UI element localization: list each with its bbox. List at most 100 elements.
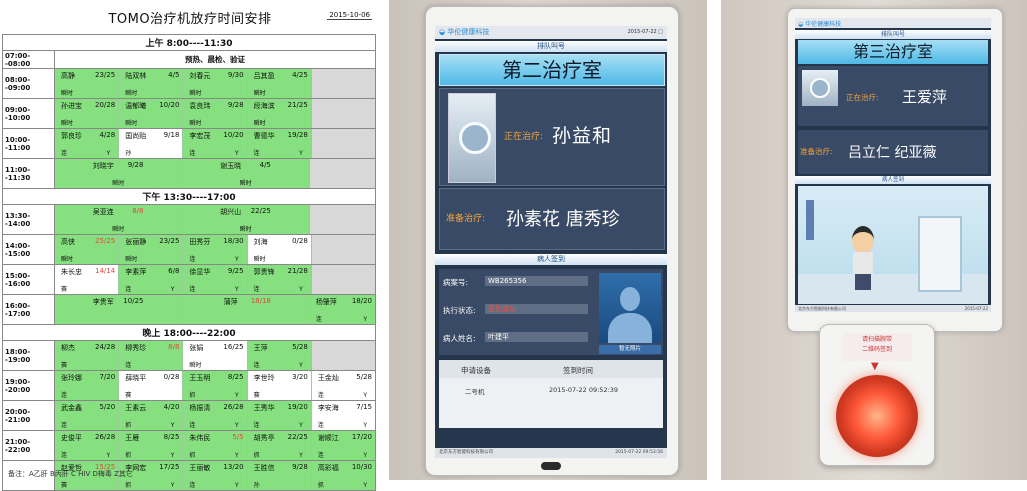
verify-flag: Y bbox=[106, 452, 111, 459]
fraction-count: 8/8 bbox=[168, 343, 180, 351]
patient-slot[interactable]: 徐显华 9/25 连 Y bbox=[183, 265, 248, 294]
patient-name: 杨振清 bbox=[189, 404, 211, 412]
verify-flag: Y bbox=[299, 452, 303, 459]
patient-slot[interactable]: 张玲娜 7/20 连 bbox=[55, 371, 120, 400]
patient-name: 谢顺江 bbox=[317, 434, 339, 442]
current-label: 正在治疗: bbox=[846, 93, 879, 102]
scanner-label: 请扫描腕带 二维码签到 bbox=[842, 333, 912, 361]
patient-slot[interactable]: 李世玲 3/20 赛 bbox=[247, 371, 312, 400]
fraction-count: 20/28 bbox=[95, 101, 116, 109]
patient-slot[interactable]: 高彩福 10/30 抓 Y bbox=[311, 461, 376, 490]
patient-slot[interactable]: 薛晓平 0/28 赛 bbox=[119, 371, 184, 400]
patient-slot[interactable]: 高静 23/25 瞬时 bbox=[55, 69, 120, 98]
schedule-row: 14:00--15:00 高侠 25/25 瞬时 张丽静 23/25 瞬时 田秀芬 18/30 连… bbox=[2, 235, 376, 265]
verify-flag: Y bbox=[234, 422, 239, 429]
wristband-scanner[interactable]: 请扫描腕带 二维码签到 ▼ bbox=[819, 324, 935, 466]
patient-name: 蒲萍 bbox=[223, 298, 238, 306]
patient-slot[interactable]: 王雁 8/25 抓 Y bbox=[119, 431, 184, 460]
patient-name: 王丽敏 bbox=[189, 464, 211, 472]
patient-slot[interactable]: 王丽敏 13/20 连 Y bbox=[183, 461, 248, 490]
patient-slot[interactable]: 刘春元 9/30 瞬时 bbox=[183, 69, 248, 98]
patient-slot[interactable]: 刘海 0/28 瞬时 bbox=[247, 235, 312, 264]
fraction-count: 7/15 bbox=[356, 403, 373, 411]
patient-slot[interactable]: 王萍 5/28 连 Y bbox=[247, 341, 312, 370]
room-name: 第二治疗室 bbox=[439, 54, 665, 86]
treatment-mode: 瞬时 bbox=[112, 226, 125, 233]
treatment-mode: 连 bbox=[125, 362, 132, 369]
patient-slot[interactable]: 曹德华 19/28 连 Y bbox=[247, 129, 312, 158]
footer-company: 北京东方智能科技有限公司 bbox=[439, 450, 493, 455]
patient-slot[interactable]: 张丽静 23/25 瞬时 bbox=[119, 235, 184, 264]
scanner-lens[interactable] bbox=[836, 375, 918, 457]
patient-slot[interactable]: 国尚贻 9/18 孙 bbox=[119, 129, 184, 158]
schedule-table: 上午 8:00----11:30 07:00--08:00 预热、晨检、验证 08:0… bbox=[2, 34, 376, 491]
patient-slot[interactable]: 李宏茂 10/20 连 Y bbox=[183, 129, 248, 158]
patient-slot[interactable]: 温郁曦 10/20 瞬时 bbox=[119, 99, 184, 128]
fraction-count: 16/25 bbox=[223, 343, 244, 351]
patient-slot[interactable]: 谢顺江 17/20 连 Y bbox=[311, 431, 376, 460]
patient-slot[interactable]: 郭良珍 4/28 连 Y bbox=[55, 129, 120, 158]
case-number-value: WB265356 bbox=[485, 276, 588, 286]
patient-slot[interactable]: 谢玉晓 4/5 瞬时 bbox=[182, 159, 310, 188]
patient-slot[interactable]: 柳秀珍 8/8 连 bbox=[119, 341, 184, 370]
patient-slot[interactable]: 蒲萍 18/18 bbox=[182, 295, 310, 324]
patient-slot[interactable]: 郭贵锋 21/28 连 Y bbox=[247, 265, 312, 294]
patient-slot[interactable]: 胡兴山 22/25 瞬时 bbox=[182, 205, 310, 234]
patient-slot[interactable]: 杨肇萍 18/20 连 Y bbox=[309, 295, 376, 324]
patient-slot[interactable]: 段海滨 21/25 瞬时 bbox=[247, 99, 312, 128]
treatment-mode: 连 bbox=[189, 150, 196, 157]
fraction-count: 4/5 bbox=[259, 161, 271, 169]
patient-slot[interactable]: 史俊平 26/28 连 Y bbox=[55, 431, 120, 460]
patient-slot[interactable]: 袁良玮 9/28 瞬时 bbox=[183, 99, 248, 128]
empty-slot bbox=[311, 341, 376, 370]
top-bar: ◒ 华伦健康科技 2015-07-22 □ bbox=[435, 26, 667, 39]
next-label: 准备治疗: bbox=[800, 147, 833, 156]
verify-flag: Y bbox=[170, 452, 175, 459]
patient-slot[interactable]: 张娟 16/25 瞬时 bbox=[183, 341, 248, 370]
schedule-date: 2015-10-06 bbox=[327, 11, 372, 20]
fraction-count: 4/25 bbox=[292, 71, 308, 79]
patient-slot[interactable]: 朱伟民 5/5 抓 Y bbox=[183, 431, 248, 460]
schedule-note: 备注：A乙肝 B丙肝 C HIV D梅毒 Z其它 bbox=[8, 470, 133, 478]
tomo-machine-image bbox=[448, 93, 496, 183]
patient-name-label: 病人姓名: bbox=[443, 334, 476, 343]
patient-slot[interactable]: 高侠 25/25 瞬时 bbox=[55, 235, 120, 264]
schedule-row: 13:30--14:00 吴亚连 8/8 瞬时 胡兴山 22/25 瞬时 bbox=[2, 205, 376, 235]
power-button[interactable] bbox=[541, 462, 561, 470]
fraction-count: 5/28 bbox=[356, 373, 373, 381]
empty-slot bbox=[311, 129, 376, 158]
patient-slot[interactable]: 王玉明 8/25 抓 Y bbox=[183, 371, 248, 400]
cartoon-patient-scene bbox=[798, 186, 988, 304]
empty-slot bbox=[311, 235, 376, 264]
patient-slot[interactable]: 柳杰 24/28 赛 bbox=[55, 341, 120, 370]
patient-slot[interactable]: 陆双林 4/5 瞬时 bbox=[119, 69, 184, 98]
treatment-mode: 瞬时 bbox=[189, 120, 202, 127]
patient-name: 王金灿 bbox=[317, 374, 339, 382]
fraction-count: 17/20 bbox=[351, 433, 373, 441]
brand-logo: ◒ 华伦健康科技 bbox=[439, 28, 490, 36]
footer-company: 北京东方智能科技有限公司 bbox=[798, 306, 846, 311]
cartoon-boy-icon bbox=[852, 226, 874, 254]
schedule-row: 07:00--08:00 预热、晨检、验证 bbox=[2, 51, 376, 69]
patient-slot[interactable]: 武金鑫 5/20 连 bbox=[55, 401, 120, 430]
patient-slot[interactable]: 孙进宝 20/28 瞬时 bbox=[55, 99, 120, 128]
patient-slot[interactable]: 李安海 7/15 连 Y bbox=[311, 401, 376, 430]
verify-flag: Y bbox=[234, 286, 239, 293]
treatment-mode: 连 bbox=[189, 286, 196, 293]
time-slot-label: 18:00--19:00 bbox=[3, 341, 55, 370]
patient-slot[interactable]: 吕其盈 4/25 瞬时 bbox=[247, 69, 312, 98]
fraction-count: 17/25 bbox=[159, 463, 180, 471]
patient-slot[interactable]: 王金灿 5/28 连 Y bbox=[311, 371, 376, 400]
patient-slot[interactable]: 朱长忠 14/14 赛 bbox=[55, 265, 120, 294]
patient-slot[interactable]: 王胜信 9/28 孙 bbox=[247, 461, 312, 490]
patient-slot[interactable]: 王秀华 19/20 连 Y bbox=[247, 401, 312, 430]
patient-slot[interactable]: 杨振清 26/28 连 Y bbox=[183, 401, 248, 430]
arrow-down-icon: ▼ bbox=[871, 361, 879, 372]
patient-slot[interactable]: 李素萍 6/8 连 Y bbox=[119, 265, 184, 294]
treatment-mode: 赛 bbox=[61, 482, 68, 489]
screen-footer: 北京东方智能科技有限公司 2015-07-22 bbox=[795, 305, 991, 312]
patient-name: 朱伟民 bbox=[189, 434, 211, 442]
patient-slot[interactable]: 胡秀亭 22/25 抓 Y bbox=[247, 431, 312, 460]
patient-slot[interactable]: 田秀芬 18/30 连 Y bbox=[183, 235, 248, 264]
patient-slot[interactable]: 王素云 4/20 抓 Y bbox=[119, 401, 184, 430]
